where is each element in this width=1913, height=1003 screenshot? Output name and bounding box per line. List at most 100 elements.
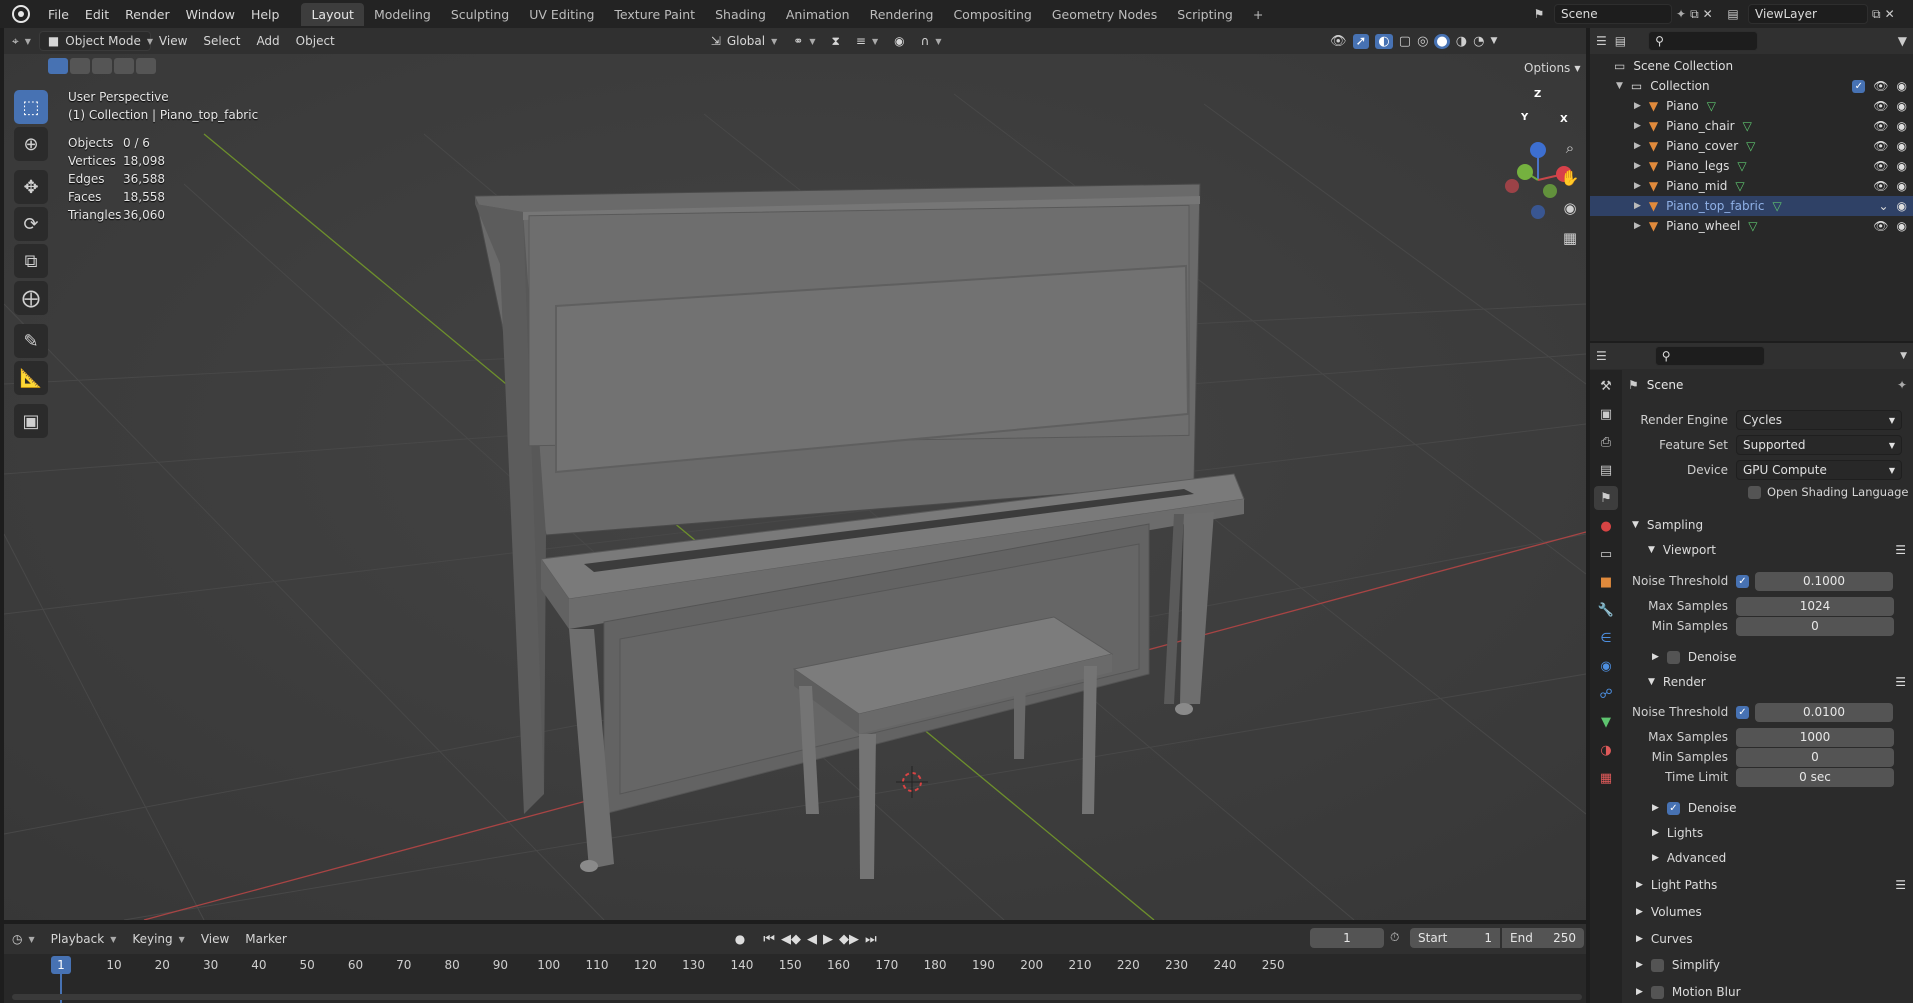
tab-sculpting[interactable]: Sculpting [441,3,519,26]
collection-row[interactable]: ▼ ▭ Collection ✓ 👁 ◉ [1590,76,1913,96]
xray-toggle-icon[interactable]: ▢ [1399,34,1411,49]
chevron-down-icon[interactable]: ▼ [1900,351,1907,361]
scene-icon[interactable]: ⚑ [1528,7,1550,21]
tab-geometry-nodes[interactable]: Geometry Nodes [1042,3,1167,26]
visibility-dropdown-icon[interactable]: 👁 [1330,34,1347,49]
pan-hand-icon[interactable]: ✋ [1556,164,1584,192]
vp-min-samples-field[interactable]: 0 [1736,616,1894,636]
select-new-icon[interactable] [48,58,68,74]
chevron-right-icon[interactable]: ▶ [1634,201,1641,211]
outliner-object-row[interactable]: ▶ ▼ Piano_wheel ▽ 👁 ◉ [1590,216,1913,236]
menu-file[interactable]: File [40,7,77,22]
tab-shading[interactable]: Shading [705,3,776,26]
options-dropdown[interactable]: Options ▼ [1524,58,1580,78]
eye-icon[interactable]: 👁 [1873,159,1888,173]
add-cube-icon[interactable]: ▣ [14,404,48,438]
select-box-icon[interactable]: ⬚ [14,90,48,124]
properties-search-field[interactable]: ⚲ [1654,346,1765,366]
outliner-search-field[interactable]: ⚲ [1648,31,1759,51]
vp-denoise-subsection[interactable]: ▶ Denoise [1652,645,1736,669]
tab-uv-editing[interactable]: UV Editing [519,3,604,26]
scene-tab-icon[interactable]: ⚑ [1594,486,1618,510]
overlays-toggle-icon[interactable]: ◐ [1375,33,1393,49]
stopwatch-icon[interactable]: ⏱ [1390,930,1399,945]
material-tab-icon[interactable]: ◑ [1594,738,1618,762]
vp-denoise-checkbox[interactable] [1666,650,1680,664]
tab-scripting[interactable]: Scripting [1167,3,1243,26]
r-time-limit-field[interactable]: 0 sec [1736,767,1894,787]
collection-exclude-checkbox[interactable]: ✓ [1852,79,1866,93]
scale-icon[interactable]: ⧉ [14,244,48,278]
marker-menu[interactable]: Marker [237,929,294,949]
blender-logo-icon[interactable] [12,5,30,23]
mesh-data-icon[interactable]: ▽ [1748,219,1757,233]
tab-layout[interactable]: Layout [301,2,364,26]
pin-icon[interactable]: ✦ [1676,7,1686,21]
jump-start-icon[interactable]: ⏮ [763,932,775,947]
curves-section[interactable]: ▶ Curves [1636,927,1693,951]
select-subtract-icon[interactable] [92,58,112,74]
eye-icon[interactable]: 👁 [1873,139,1888,153]
vp-noise-threshold-field[interactable]: 0.1000 [1755,571,1893,591]
playback-menu[interactable]: Playback ▼ [43,929,125,949]
tab-rendering[interactable]: Rendering [860,3,944,26]
motion-blur-section[interactable]: ▶ Motion Blur [1636,980,1741,1003]
snap-target-dropdown[interactable]: ≡ ▼ [848,31,886,51]
r-noise-threshold-checkbox[interactable]: ✓ [1736,705,1749,719]
outliner-object-row[interactable]: ▶ ▼ Piano_cover ▽ 👁 ◉ [1590,136,1913,156]
camera-icon[interactable]: ◉ [1897,159,1907,173]
sampling-section[interactable]: ▼ Sampling [1632,513,1703,537]
eye-icon[interactable]: 👁 [1873,219,1888,233]
camera-icon[interactable]: ◉ [1897,99,1907,113]
particles-tab-icon[interactable]: ∈ [1594,626,1618,650]
r-denoise-subsection[interactable]: ▶ ✓ Denoise [1652,796,1736,820]
menu-select[interactable]: Select [195,31,248,51]
simplify-checkbox[interactable] [1650,958,1664,972]
render-subsection[interactable]: ▼ Render ☰ [1648,670,1910,694]
record-icon[interactable]: ● [735,932,745,946]
mesh-data-icon[interactable]: ▽ [1735,179,1744,193]
r-denoise-checkbox[interactable]: ✓ [1666,801,1680,815]
properties-editor-icon[interactable]: ☰ [1596,349,1607,363]
camera-icon[interactable]: ◉ [1897,199,1907,213]
playhead-marker[interactable]: 1 [51,956,71,974]
shading-material-icon[interactable]: ◑ [1456,34,1467,49]
mesh-data-icon[interactable]: ▽ [1773,199,1782,213]
collection-tab-icon[interactable]: ▭ [1594,542,1618,566]
chevron-right-icon[interactable]: ▶ [1634,121,1641,131]
pivot-dropdown[interactable]: ⚭ ▼ [785,31,823,51]
object-tab-icon[interactable]: ■ [1594,570,1618,594]
current-frame-field[interactable]: 1 [1310,928,1384,948]
chevron-right-icon[interactable]: ▶ [1634,101,1641,111]
new-scene-icon[interactable]: ⧉ [1690,7,1699,22]
advanced-subsection[interactable]: ▶ Advanced [1652,846,1726,870]
shading-options-icon[interactable]: ▼ [1490,36,1497,46]
eye-icon[interactable]: ⌄ [1878,199,1888,213]
timeline-ruler[interactable]: 1 10 20 30 40 50 60 70 80 90 100 110 120 130 140 150 16… [4,954,1586,1003]
texture-tab-icon[interactable]: ▦ [1594,766,1618,790]
snap-toggle[interactable]: ⧗ [823,31,847,51]
world-tab-icon[interactable]: ● [1594,514,1618,538]
proportional-edit-toggle[interactable]: ◉ [886,31,912,51]
chevron-right-icon[interactable]: ▶ [1634,161,1641,171]
output-tab-icon[interactable]: ⎙ [1594,430,1618,454]
play-icon[interactable]: ▶ [823,932,833,947]
tab-modeling[interactable]: Modeling [364,3,441,26]
menu-view[interactable]: View [151,31,195,51]
camera-icon[interactable]: ◉ [1897,79,1907,93]
menu-help[interactable]: Help [243,7,288,22]
mesh-data-icon[interactable]: ▽ [1746,139,1755,153]
outliner-object-row[interactable]: ▶ ▼ Piano ▽ 👁 ◉ [1590,96,1913,116]
pin-icon[interactable]: ✦ [1897,378,1907,392]
scene-collection-row[interactable]: ▭ Scene Collection [1590,56,1913,76]
view-layer-icon[interactable]: ▤ [1722,7,1744,21]
mode-dropdown[interactable]: ■ Object Mode ▼ [38,31,153,51]
orientation-dropdown[interactable]: ⇲ Global ▼ [703,31,786,51]
jump-end-icon[interactable]: ⏭ [865,932,877,947]
outliner-editor-icon[interactable]: ☰ [1596,34,1607,48]
play-reverse-icon[interactable]: ◀ [807,932,817,947]
eye-icon[interactable]: 👁 [1873,179,1888,193]
eye-icon[interactable]: 👁 [1873,119,1888,133]
r-max-samples-field[interactable]: 1000 [1736,727,1894,747]
outliner-object-row[interactable]: ▶ ▼ Piano_chair ▽ 👁 ◉ [1590,116,1913,136]
